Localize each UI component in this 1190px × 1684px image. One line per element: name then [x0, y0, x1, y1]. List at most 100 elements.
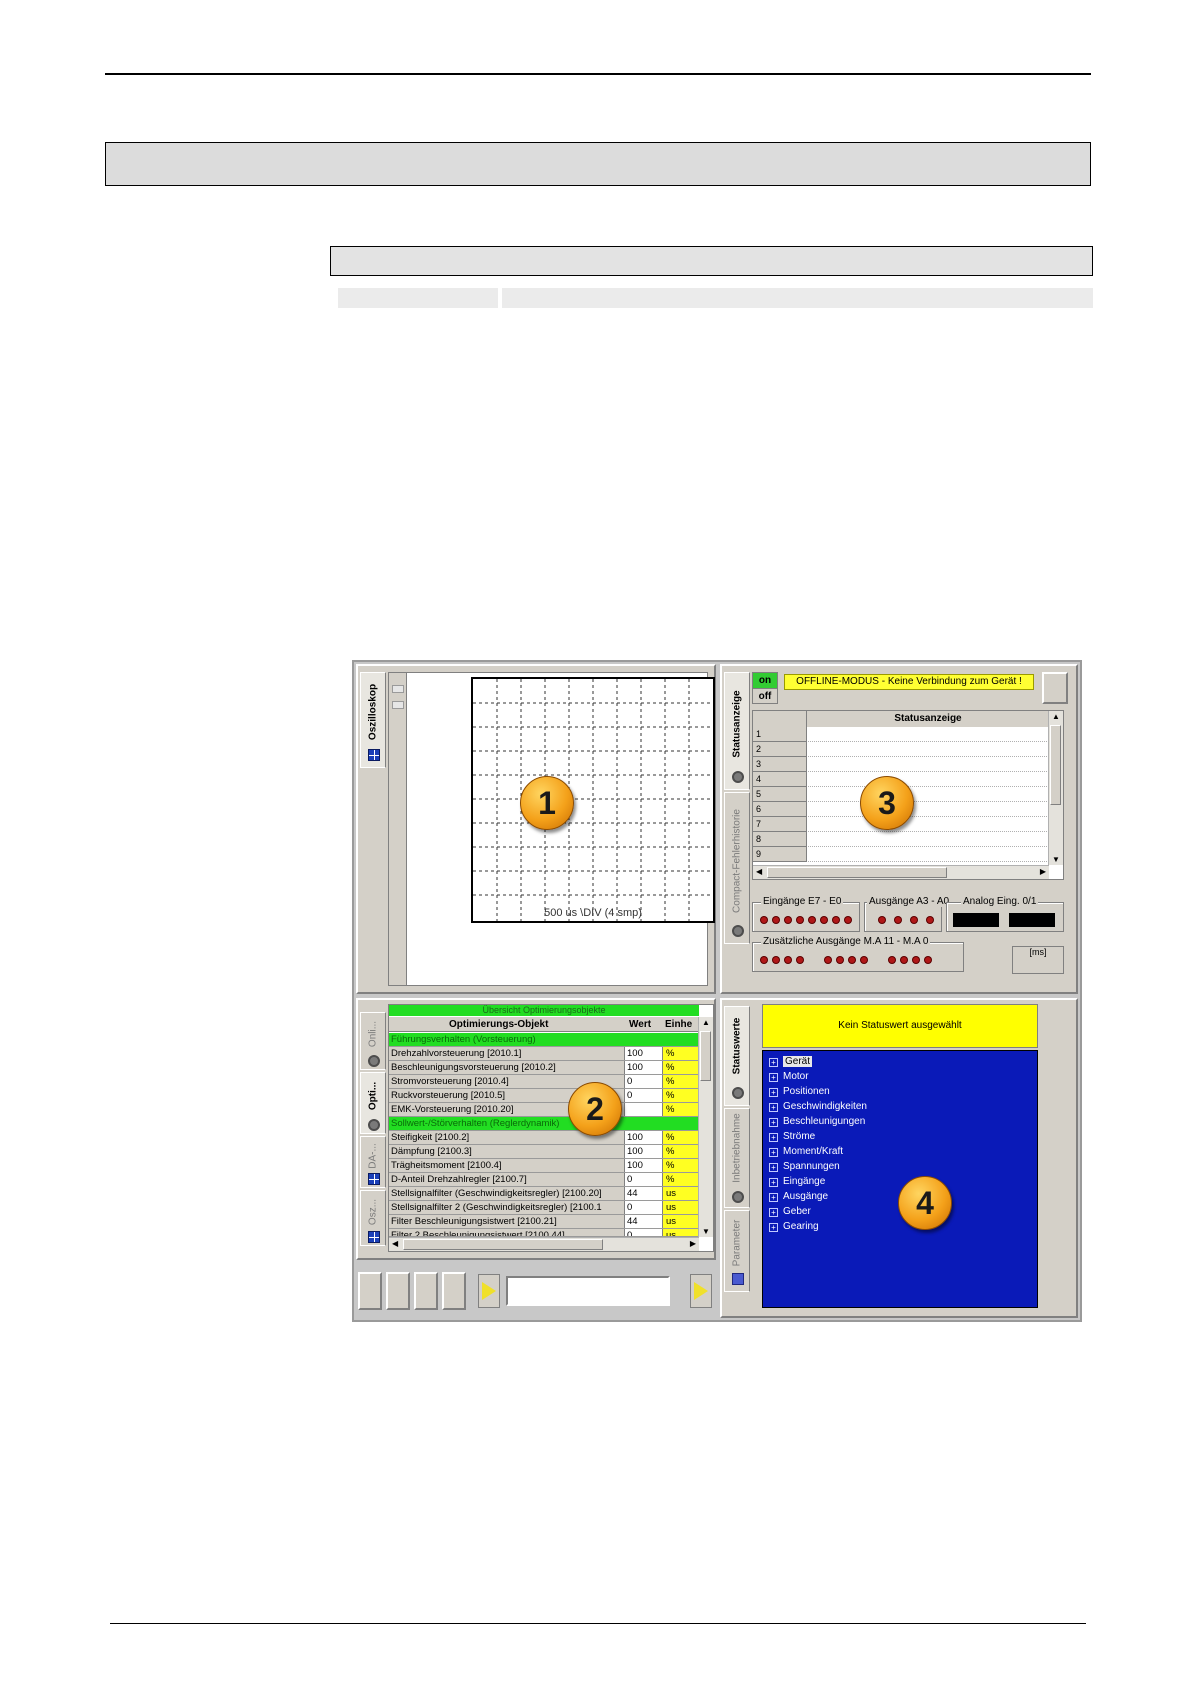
table-row[interactable]: Stellsignalfilter 2 (Geschwindigkeitsreg…: [389, 1201, 699, 1215]
table-row[interactable]: Stellsignalfilter (Geschwindigkeitsregle…: [389, 1187, 699, 1201]
scroll-up-icon[interactable]: ▲: [1052, 712, 1060, 721]
expand-icon[interactable]: +: [769, 1162, 778, 1172]
status-square-button[interactable]: [1042, 672, 1068, 704]
table-row[interactable]: 2: [753, 742, 1049, 757]
expand-icon[interactable]: +: [769, 1057, 778, 1067]
tree-node[interactable]: + Beschleunigungen: [769, 1115, 865, 1129]
value-cell[interactable]: 44: [625, 1215, 663, 1228]
command-input[interactable]: [506, 1276, 670, 1306]
scroll-right-icon[interactable]: ▶: [1040, 867, 1046, 876]
value-cell[interactable]: 0: [625, 1089, 663, 1102]
tree-node[interactable]: + Motor: [769, 1070, 809, 1084]
tab-statusanzeige[interactable]: Statusanzeige: [724, 672, 750, 790]
expand-icon[interactable]: +: [769, 1087, 778, 1097]
expand-icon[interactable]: +: [769, 1132, 778, 1142]
status-values-tree: + Gerät + Motor + Positionen + Geschwindigke…: [762, 1050, 1038, 1308]
tab-online[interactable]: Onli...: [360, 1012, 386, 1070]
play-icon[interactable]: [478, 1274, 500, 1308]
scroll-thumb[interactable]: [700, 1031, 711, 1081]
play-icon[interactable]: [690, 1274, 712, 1308]
row-number: 2: [753, 742, 807, 757]
tab-inbetriebnahme[interactable]: Inbetriebnahme: [724, 1108, 750, 1208]
tree-node[interactable]: + Geschwindigkeiten: [769, 1100, 867, 1114]
value-cell[interactable]: 100: [625, 1047, 663, 1060]
value-cell[interactable]: 0: [625, 1173, 663, 1186]
expand-icon[interactable]: +: [769, 1222, 778, 1232]
horizontal-scrollbar[interactable]: ◀ ▶: [389, 1237, 699, 1251]
scroll-up-icon[interactable]: ▲: [702, 1018, 710, 1027]
scroll-right-icon[interactable]: ▶: [690, 1239, 696, 1248]
value-cell[interactable]: 0: [625, 1201, 663, 1214]
tab-inbetriebnahme-label: Inbetriebnahme: [731, 1113, 743, 1183]
scroll-down-icon[interactable]: ▼: [702, 1227, 710, 1236]
tree-node[interactable]: + Ströme: [769, 1130, 815, 1144]
table-row[interactable]: Steifigkeit [2100.2] 100%: [389, 1131, 699, 1145]
on-button[interactable]: on: [753, 673, 777, 688]
tab-fehlerhistorie[interactable]: Compact-Fehlerhistorie: [724, 792, 750, 944]
scroll-left-icon[interactable]: ◀: [392, 1239, 398, 1248]
value-cell[interactable]: 100: [625, 1131, 663, 1144]
tab-da[interactable]: DA-...: [360, 1136, 386, 1188]
value-cell[interactable]: 100: [625, 1061, 663, 1074]
toolbar-button[interactable]: [442, 1272, 466, 1310]
expand-icon[interactable]: +: [769, 1147, 778, 1157]
tab-statuswerte[interactable]: Statuswerte: [724, 1006, 750, 1106]
value-cell[interactable]: 100: [625, 1145, 663, 1158]
toolbar-button[interactable]: [386, 1272, 410, 1310]
value-cell[interactable]: 0: [625, 1075, 663, 1088]
off-button[interactable]: off: [753, 688, 777, 703]
toolbar-button[interactable]: [414, 1272, 438, 1310]
table-row[interactable]: 8: [753, 832, 1049, 847]
expand-icon[interactable]: +: [769, 1102, 778, 1112]
scroll-thumb[interactable]: [767, 867, 947, 878]
tab-oszilloskop[interactable]: Oszilloskop: [360, 672, 386, 768]
expand-icon[interactable]: +: [769, 1072, 778, 1082]
table-row[interactable]: D-Anteil Drehzahlregler [2100.7] 0%: [389, 1173, 699, 1187]
vertical-scrollbar[interactable]: ▲ ▼: [698, 1017, 713, 1237]
tree-node[interactable]: + Geber: [769, 1205, 811, 1219]
table-row[interactable]: Trägheitsmoment [2100.4] 100%: [389, 1159, 699, 1173]
grid-icon: [368, 1231, 380, 1243]
tab-optimierung[interactable]: Opti...: [360, 1072, 386, 1134]
table-row[interactable]: Stromvorsteuerung [2010.4] 0%: [389, 1075, 699, 1089]
gear-icon: [732, 771, 744, 783]
table-row[interactable]: Filter 2 Beschleunigungsistwert [2100.44…: [389, 1229, 699, 1237]
toolbar-button[interactable]: [358, 1272, 382, 1310]
table-row[interactable]: EMK-Vorsteuerung [2010.20]%: [389, 1103, 699, 1117]
tree-node[interactable]: + Gerät: [769, 1055, 813, 1069]
channel-marker[interactable]: [392, 685, 404, 693]
scroll-thumb[interactable]: [1050, 725, 1061, 805]
table-row[interactable]: Beschleunigungsvorsteuerung [2010.2] 100%: [389, 1061, 699, 1075]
table-row[interactable]: 3: [753, 757, 1049, 772]
tab-parameter[interactable]: Parameter: [724, 1210, 750, 1292]
value-cell[interactable]: 44: [625, 1187, 663, 1200]
scroll-left-icon[interactable]: ◀: [756, 867, 762, 876]
vertical-scrollbar[interactable]: ▲ ▼: [1048, 711, 1063, 865]
table-row[interactable]: 9: [753, 847, 1049, 862]
channel-marker[interactable]: [392, 701, 404, 709]
timebase-label: 500 us \DIV (4 smp): [544, 907, 642, 919]
table-row[interactable]: Dämpfung [2100.3] 100%: [389, 1145, 699, 1159]
value-cell[interactable]: [625, 1103, 663, 1116]
tree-node[interactable]: + Eingänge: [769, 1175, 825, 1189]
table-row[interactable]: Filter Beschleunigungsistwert [2100.21] 4…: [389, 1215, 699, 1229]
expand-icon[interactable]: +: [769, 1177, 778, 1187]
tree-node[interactable]: + Moment/Kraft: [769, 1145, 843, 1159]
tree-node[interactable]: + Positionen: [769, 1085, 830, 1099]
table-row[interactable]: 1: [753, 727, 1049, 742]
tree-node[interactable]: + Gearing: [769, 1220, 819, 1234]
table-row[interactable]: Ruckvorsteuerung [2010.5] 0%: [389, 1089, 699, 1103]
expand-icon[interactable]: +: [769, 1117, 778, 1127]
grid-icon: [368, 1173, 380, 1185]
scroll-down-icon[interactable]: ▼: [1052, 855, 1060, 864]
tree-node[interactable]: + Spannungen: [769, 1160, 840, 1174]
horizontal-scrollbar[interactable]: ◀ ▶: [753, 865, 1049, 879]
value-cell[interactable]: 0: [625, 1229, 663, 1236]
tree-node[interactable]: + Ausgänge: [769, 1190, 828, 1204]
value-cell[interactable]: 100: [625, 1159, 663, 1172]
tab-oszilloskop-short[interactable]: Osz...: [360, 1190, 386, 1246]
expand-icon[interactable]: +: [769, 1192, 778, 1202]
table-row[interactable]: Drehzahlvorsteuerung [2010.1] 100%: [389, 1047, 699, 1061]
scroll-thumb[interactable]: [403, 1239, 603, 1250]
expand-icon[interactable]: +: [769, 1207, 778, 1217]
